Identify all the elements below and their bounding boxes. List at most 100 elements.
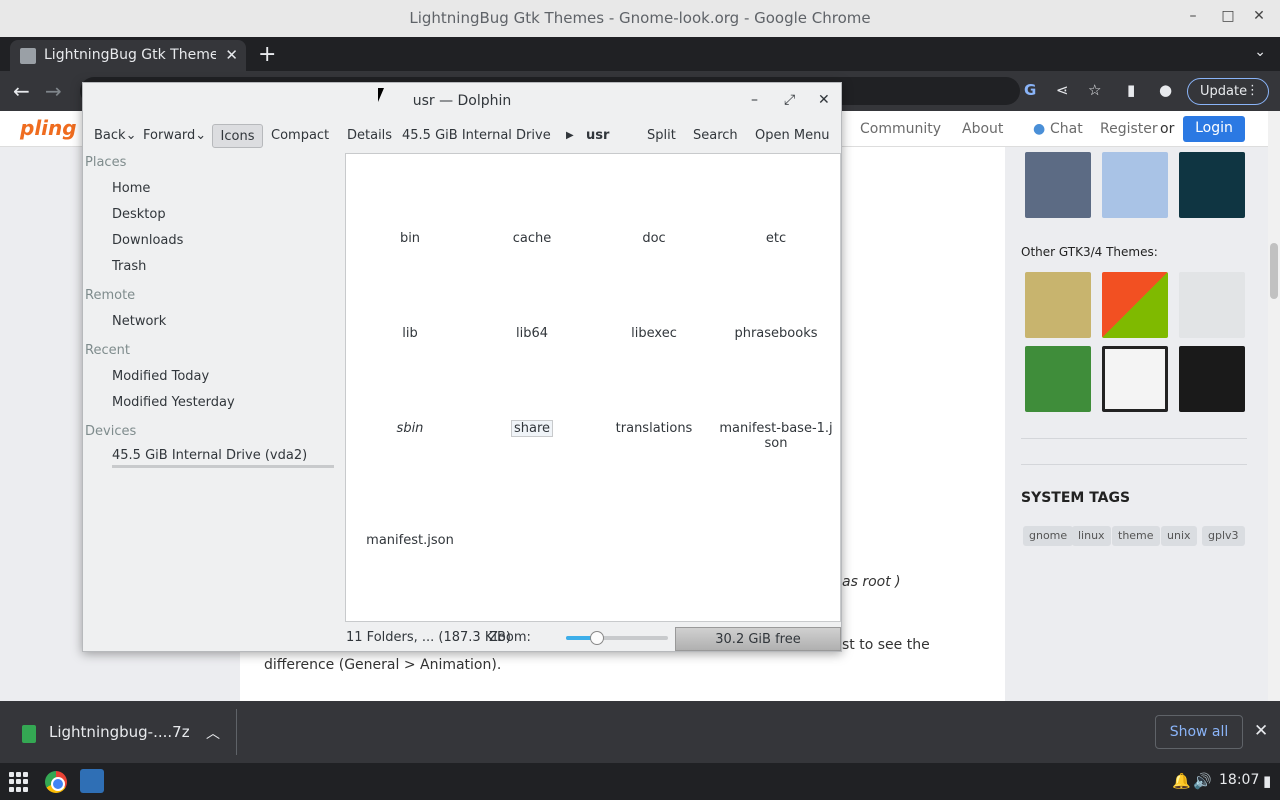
place-internal-drive[interactable]: 45.5 GiB Internal Drive (vda2): [112, 448, 307, 463]
zoom-slider[interactable]: [566, 631, 668, 645]
places-panel: Places Home Desktop Downloads Trash Remo…: [83, 151, 341, 651]
file-name: sbin: [396, 421, 424, 436]
google-lens-icon[interactable]: G: [1024, 81, 1036, 99]
archive-file-icon: [22, 725, 36, 743]
theme-thumbnail[interactable]: [1102, 152, 1168, 218]
tag-chip[interactable]: gplv3: [1202, 526, 1245, 546]
tag-chip[interactable]: linux: [1072, 526, 1111, 546]
maximize-icon[interactable]: ⤢: [784, 92, 795, 108]
file-view[interactable]: bin cache doc etc lib lib64 libexec phra…: [345, 153, 841, 622]
clock[interactable]: 18:07: [1219, 772, 1259, 788]
nav-about[interactable]: About: [962, 121, 1003, 137]
tag-chip[interactable]: unix: [1161, 526, 1197, 546]
split-button[interactable]: Split: [647, 128, 676, 143]
close-icon[interactable]: ✕: [1249, 8, 1269, 24]
theme-thumbnail[interactable]: [1025, 272, 1091, 338]
folder-item[interactable]: phrasebooks: [716, 326, 836, 341]
minimize-icon[interactable]: –: [1183, 8, 1203, 24]
nav-chat[interactable]: Chat: [1050, 121, 1083, 137]
profile-icon[interactable]: ●: [1159, 81, 1172, 99]
theme-thumbnail[interactable]: [1179, 272, 1245, 338]
nav-register[interactable]: Register: [1100, 121, 1158, 137]
place-modified-yesterday[interactable]: Modified Yesterday: [112, 395, 235, 410]
show-all-button[interactable]: Show all: [1155, 715, 1243, 749]
close-icon[interactable]: ✕: [818, 92, 830, 108]
menu-dots-icon[interactable]: ⋮: [1246, 83, 1259, 98]
volume-icon[interactable]: 🔊: [1193, 772, 1212, 790]
icons-view-button[interactable]: Icons: [212, 124, 263, 148]
status-text: 11 Folders, ... (187.3 KiB): [346, 630, 511, 645]
files-app-icon[interactable]: [80, 769, 104, 793]
breadcrumb-current[interactable]: usr: [586, 128, 609, 143]
theme-thumbnail[interactable]: [1102, 272, 1168, 338]
search-button[interactable]: Search: [693, 128, 738, 143]
forward-button[interactable]: Forward⌄: [143, 128, 206, 143]
site-logo[interactable]: pling: [20, 116, 77, 140]
bookmark-star-icon[interactable]: ☆: [1088, 81, 1101, 99]
place-modified-today[interactable]: Modified Today: [112, 369, 209, 384]
place-downloads[interactable]: Downloads: [112, 233, 183, 248]
tab-close-icon[interactable]: ✕: [225, 46, 238, 64]
place-home[interactable]: Home: [112, 181, 150, 196]
places-header: Places: [85, 155, 127, 170]
compact-view-button[interactable]: Compact: [271, 128, 329, 143]
tag-chip[interactable]: theme: [1112, 526, 1160, 546]
theme-thumbnail[interactable]: [1025, 346, 1091, 412]
zoom-label: Zoom:: [489, 630, 531, 645]
dolphin-titlebar[interactable]: usr — Dolphin – ⤢ ✕: [83, 83, 841, 120]
side-panel-icon[interactable]: ▮: [1127, 81, 1135, 99]
folder-item[interactable]: libexec: [594, 326, 714, 341]
back-button[interactable]: Back⌄: [94, 128, 136, 143]
theme-thumbnail[interactable]: [1025, 152, 1091, 218]
new-tab-icon[interactable]: +: [258, 42, 276, 67]
camera-icon[interactable]: [1102, 346, 1168, 412]
chat-icon[interactable]: ●: [1033, 121, 1045, 137]
sidebar: [1005, 147, 1268, 701]
file-item[interactable]: manifest.json: [350, 533, 470, 548]
chrome-icon[interactable]: [45, 771, 67, 793]
update-button[interactable]: Update ⋮: [1187, 78, 1269, 105]
nav-community[interactable]: Community: [860, 121, 941, 137]
back-icon[interactable]: ←: [13, 79, 30, 103]
content-text: as root ): [842, 574, 901, 590]
zoom-slider-handle[interactable]: [589, 631, 604, 645]
share-icon[interactable]: ⋖: [1056, 81, 1069, 99]
taskbar: 🔔 🔊 18:07 ▮: [0, 763, 1280, 800]
login-button[interactable]: Login: [1183, 116, 1245, 142]
details-view-button[interactable]: Details: [347, 128, 392, 143]
tab-search-icon[interactable]: ⌄: [1254, 44, 1266, 60]
place-trash[interactable]: Trash: [112, 259, 146, 274]
folder-item[interactable]: bin: [350, 231, 470, 246]
tag-chip[interactable]: gnome: [1023, 526, 1074, 546]
file-item[interactable]: manifest-base-1.json: [716, 421, 836, 451]
place-network[interactable]: Network: [112, 314, 166, 329]
theme-thumbnail[interactable]: [1179, 152, 1245, 218]
theme-thumbnail[interactable]: [1179, 346, 1245, 412]
folder-item[interactable]: sbin: [350, 421, 470, 436]
app-launcher-icon[interactable]: [9, 772, 29, 792]
browser-tab[interactable]: LightningBug Gtk Themes ✕: [10, 40, 246, 71]
chevron-up-icon[interactable]: ︿: [206, 723, 220, 743]
tab-title: LightningBug Gtk Themes: [44, 47, 216, 63]
folder-item[interactable]: translations: [594, 421, 714, 436]
page-scrollbar[interactable]: [1268, 111, 1280, 701]
folder-item[interactable]: lib: [350, 326, 470, 341]
scrollbar-thumb[interactable]: [1270, 243, 1278, 299]
free-space-indicator[interactable]: 30.2 GiB free: [675, 627, 841, 651]
battery-icon[interactable]: ▮: [1263, 772, 1271, 790]
notification-bell-icon[interactable]: 🔔: [1172, 772, 1191, 790]
open-menu-button[interactable]: Open Menu: [755, 128, 830, 143]
folder-item-selected[interactable]: share: [472, 420, 592, 437]
folder-item[interactable]: doc: [594, 231, 714, 246]
close-shelf-icon[interactable]: ✕: [1254, 721, 1268, 741]
place-desktop[interactable]: Desktop: [112, 207, 166, 222]
breadcrumb-drive[interactable]: 45.5 GiB Internal Drive (: [402, 128, 552, 143]
folder-item[interactable]: cache: [472, 231, 592, 246]
forward-icon[interactable]: →: [45, 79, 62, 103]
minimize-icon[interactable]: –: [751, 92, 758, 108]
download-shelf: Lightningbug-....7z ︿ Show all ✕: [0, 701, 1280, 763]
folder-item[interactable]: lib64: [472, 326, 592, 341]
maximize-icon[interactable]: □: [1218, 8, 1238, 24]
folder-item[interactable]: etc: [716, 231, 836, 246]
download-filename[interactable]: Lightningbug-....7z: [49, 723, 190, 741]
